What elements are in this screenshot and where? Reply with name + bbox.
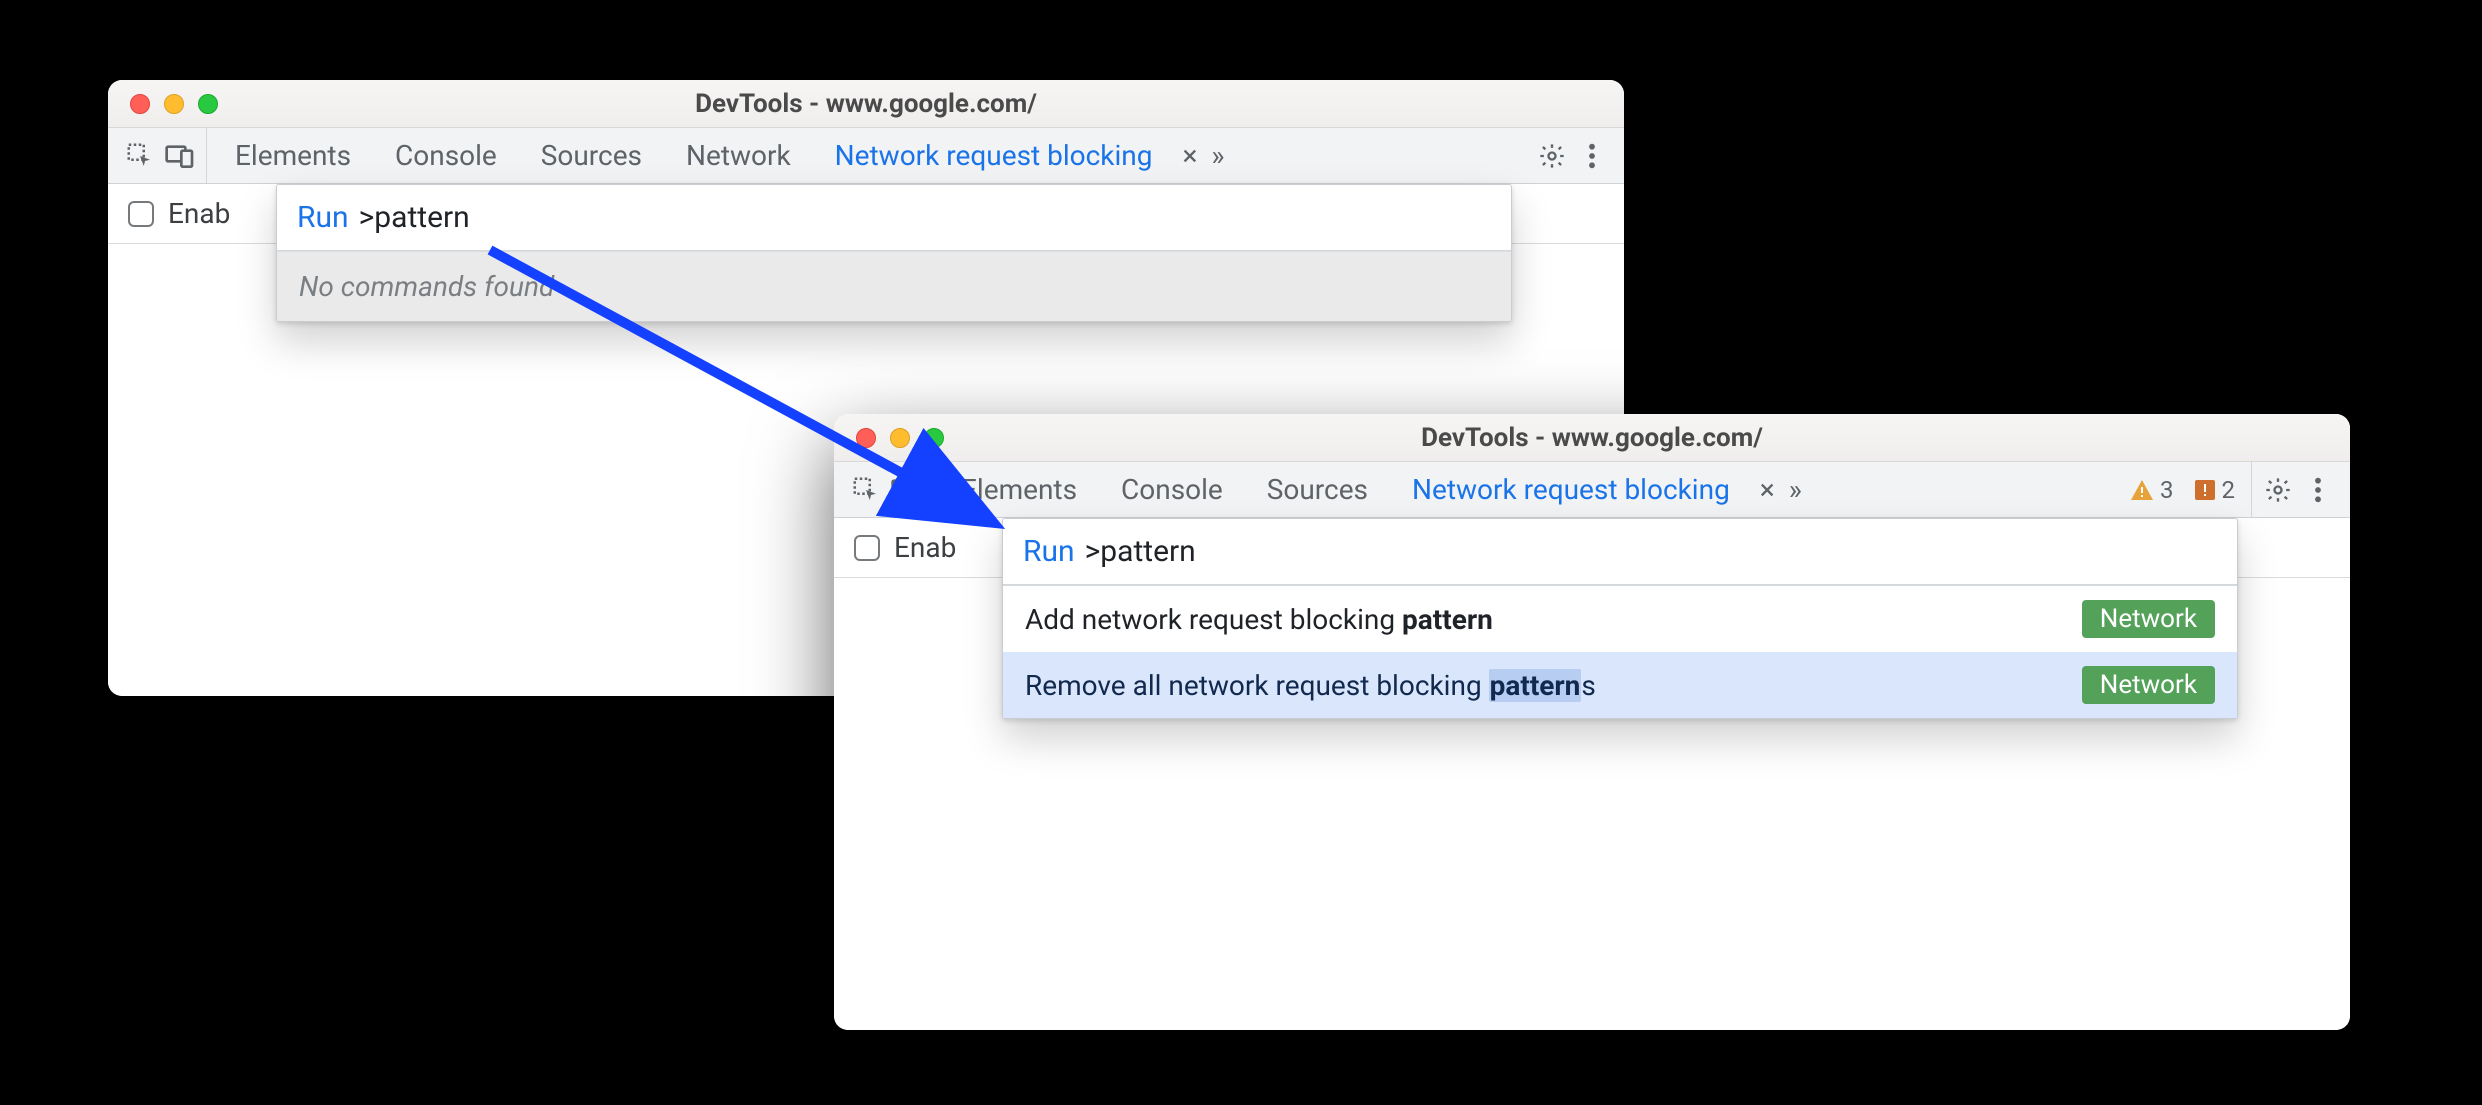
settings-icon[interactable] <box>1532 142 1572 170</box>
command-item-category-badge: Network <box>2082 600 2215 638</box>
titlebar: DevTools - www.google.com/ <box>834 414 2350 462</box>
tab-console[interactable]: Console <box>373 128 519 183</box>
command-menu: Run >pattern Add network request blockin… <box>1002 518 2238 719</box>
titlebar: DevTools - www.google.com/ <box>108 80 1624 128</box>
minimize-window-button[interactable] <box>890 428 910 448</box>
more-tabs-button[interactable]: » <box>1783 473 1808 506</box>
device-mode-icon[interactable] <box>886 475 926 505</box>
enable-blocking-checkbox[interactable] <box>128 201 154 227</box>
command-input[interactable]: Run >pattern <box>1003 519 2237 585</box>
issues-badge[interactable]: 2 <box>2194 476 2236 504</box>
tab-sources[interactable]: Sources <box>1245 462 1390 517</box>
command-item-label: Remove all network request blocking patt… <box>1025 669 1596 702</box>
tab-elements[interactable]: Elements <box>939 462 1099 517</box>
command-run-label: Run <box>297 200 349 235</box>
command-item-label: Add network request blocking pattern <box>1025 603 1493 636</box>
zoom-window-button[interactable] <box>924 428 944 448</box>
command-results: Add network request blocking pattern Net… <box>1003 585 2237 718</box>
command-run-label: Run <box>1023 534 1075 569</box>
inspect-element-icon[interactable] <box>846 475 886 505</box>
tab-network-request-blocking[interactable]: Network request blocking <box>1390 462 1752 517</box>
warnings-badge[interactable]: 3 <box>2130 476 2174 504</box>
close-window-button[interactable] <box>130 94 150 114</box>
zoom-window-button[interactable] <box>198 94 218 114</box>
issues-count: 2 <box>2222 476 2236 504</box>
inspect-element-icon[interactable] <box>120 141 160 171</box>
close-window-button[interactable] <box>856 428 876 448</box>
close-tab-button[interactable]: × <box>1752 473 1783 506</box>
command-item-category-badge: Network <box>2082 666 2215 704</box>
more-tabs-button[interactable]: » <box>1205 139 1230 172</box>
enable-blocking-label: Enab <box>894 531 956 564</box>
devtools-toolbar: Elements Console Sources Network request… <box>834 462 2350 518</box>
tab-sources[interactable]: Sources <box>519 128 664 183</box>
tab-network[interactable]: Network <box>664 128 813 183</box>
close-tab-button[interactable]: × <box>1174 139 1205 172</box>
devtools-toolbar: Elements Console Sources Network Network… <box>108 128 1624 184</box>
warnings-count: 3 <box>2160 476 2174 504</box>
device-mode-icon[interactable] <box>160 141 200 171</box>
command-text: >pattern <box>1085 534 1196 569</box>
window-title: DevTools - www.google.com/ <box>108 89 1624 119</box>
command-item-add-pattern[interactable]: Add network request blocking pattern Net… <box>1003 586 2237 652</box>
command-item-remove-patterns[interactable]: Remove all network request blocking patt… <box>1003 652 2237 718</box>
enable-blocking-checkbox[interactable] <box>854 535 880 561</box>
tab-console[interactable]: Console <box>1099 462 1245 517</box>
command-text: >pattern <box>359 200 470 235</box>
traffic-lights <box>130 94 218 114</box>
devtools-window-after: DevTools - www.google.com/ Elements Cons… <box>834 414 2350 1030</box>
window-title: DevTools - www.google.com/ <box>834 423 2350 453</box>
enable-blocking-label: Enab <box>168 197 230 230</box>
kebab-menu-icon[interactable] <box>1572 142 1612 170</box>
minimize-window-button[interactable] <box>164 94 184 114</box>
command-empty-message: No commands found <box>277 251 1511 321</box>
settings-icon[interactable] <box>2258 476 2298 504</box>
command-menu: Run >pattern No commands found <box>276 184 1512 322</box>
tab-network-request-blocking[interactable]: Network request blocking <box>813 128 1175 183</box>
tab-elements[interactable]: Elements <box>213 128 373 183</box>
kebab-menu-icon[interactable] <box>2298 476 2338 504</box>
command-input[interactable]: Run >pattern <box>277 185 1511 251</box>
traffic-lights <box>856 428 944 448</box>
command-results: No commands found <box>277 251 1511 321</box>
